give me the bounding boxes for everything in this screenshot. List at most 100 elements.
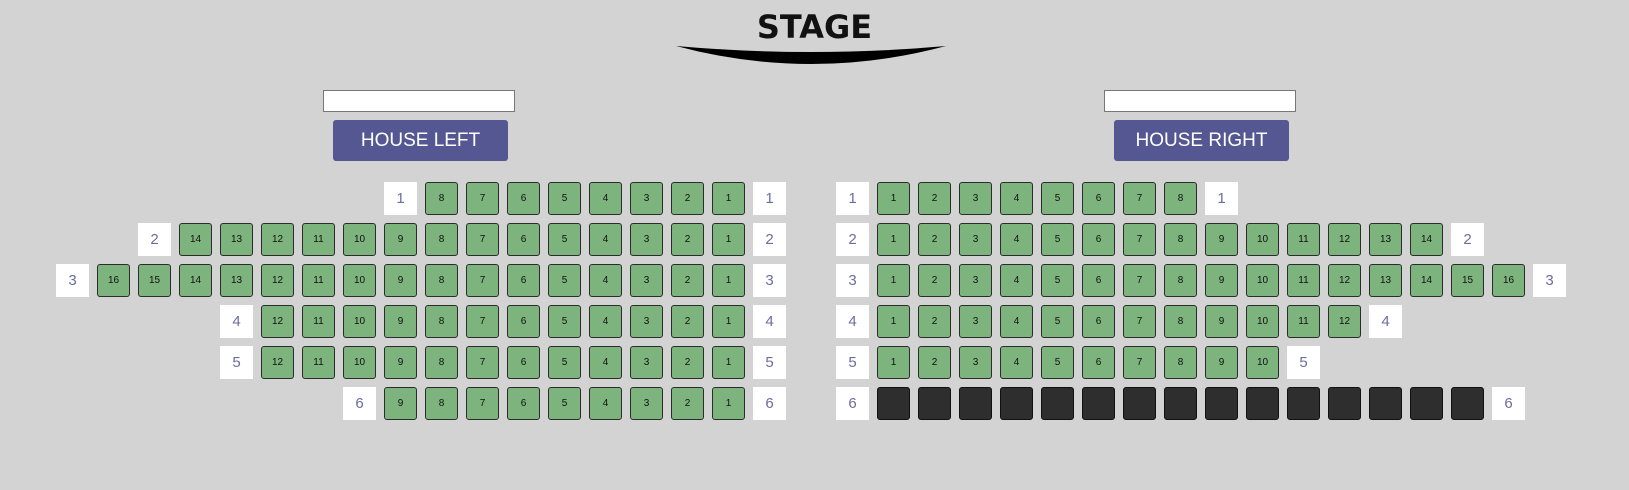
seat[interactable]: 10 [1246, 223, 1279, 256]
seat[interactable]: 8 [425, 182, 458, 215]
seat[interactable]: 8 [425, 264, 458, 297]
seat[interactable]: 13 [1369, 264, 1402, 297]
seat[interactable]: 5 [1041, 182, 1074, 215]
seat[interactable]: 4 [1000, 223, 1033, 256]
seat[interactable]: 7 [1123, 346, 1156, 379]
seat[interactable]: 1 [712, 387, 745, 420]
seat[interactable]: 11 [1287, 305, 1320, 338]
seat[interactable]: 6 [507, 346, 540, 379]
seat[interactable]: 11 [302, 223, 335, 256]
seat[interactable]: 3 [630, 223, 663, 256]
seat[interactable]: 4 [1000, 346, 1033, 379]
seat[interactable]: 2 [918, 346, 951, 379]
seat[interactable]: 3 [959, 305, 992, 338]
seat[interactable]: 3 [959, 182, 992, 215]
seat[interactable]: 1 [712, 182, 745, 215]
seat[interactable]: 6 [1082, 346, 1115, 379]
seat[interactable]: 10 [1246, 305, 1279, 338]
seat[interactable]: 8 [425, 305, 458, 338]
seat[interactable]: 5 [548, 387, 581, 420]
seat[interactable]: 8 [425, 387, 458, 420]
seat[interactable]: 1 [877, 223, 910, 256]
seat[interactable]: 4 [589, 223, 622, 256]
seat[interactable]: 1 [712, 223, 745, 256]
seat[interactable]: 8 [1164, 346, 1197, 379]
seat[interactable]: 12 [1328, 305, 1361, 338]
seat[interactable]: 1 [877, 346, 910, 379]
seat[interactable]: 11 [302, 305, 335, 338]
seat[interactable]: 1 [712, 346, 745, 379]
seat[interactable]: 4 [1000, 264, 1033, 297]
seat[interactable]: 16 [97, 264, 130, 297]
seat[interactable]: 5 [1041, 223, 1074, 256]
seat[interactable]: 4 [589, 264, 622, 297]
seat[interactable]: 8 [425, 223, 458, 256]
seat[interactable]: 3 [630, 346, 663, 379]
seat[interactable]: 2 [671, 182, 704, 215]
seat[interactable]: 11 [302, 346, 335, 379]
seat[interactable]: 6 [507, 264, 540, 297]
seat[interactable]: 5 [1041, 264, 1074, 297]
seat[interactable]: 9 [384, 305, 417, 338]
seat[interactable]: 1 [877, 182, 910, 215]
seat[interactable]: 3 [630, 182, 663, 215]
seat[interactable]: 2 [671, 305, 704, 338]
seat[interactable]: 7 [466, 223, 499, 256]
seat[interactable]: 12 [261, 346, 294, 379]
seat[interactable]: 4 [1000, 305, 1033, 338]
seat[interactable]: 4 [589, 387, 622, 420]
seat[interactable]: 6 [507, 182, 540, 215]
seat[interactable]: 2 [918, 182, 951, 215]
seat[interactable]: 6 [1082, 305, 1115, 338]
seat[interactable]: 3 [959, 346, 992, 379]
seat[interactable]: 15 [1451, 264, 1484, 297]
seat[interactable]: 5 [548, 182, 581, 215]
house-left-button[interactable]: HOUSE LEFT [333, 120, 508, 161]
seat[interactable]: 2 [918, 223, 951, 256]
seat[interactable]: 6 [1082, 223, 1115, 256]
seat[interactable]: 2 [671, 223, 704, 256]
seat[interactable]: 9 [384, 387, 417, 420]
seat[interactable]: 4 [589, 346, 622, 379]
seat[interactable]: 5 [548, 346, 581, 379]
seat[interactable]: 1 [712, 305, 745, 338]
seat[interactable]: 3 [959, 264, 992, 297]
seat[interactable]: 7 [466, 182, 499, 215]
seat[interactable]: 10 [343, 305, 376, 338]
seat[interactable]: 15 [138, 264, 171, 297]
seat[interactable]: 2 [671, 264, 704, 297]
seat[interactable]: 5 [548, 305, 581, 338]
seat[interactable]: 8 [1164, 264, 1197, 297]
seat[interactable]: 9 [1205, 264, 1238, 297]
seat[interactable]: 16 [1492, 264, 1525, 297]
seat[interactable]: 7 [466, 264, 499, 297]
seat[interactable]: 8 [1164, 223, 1197, 256]
seat[interactable]: 11 [1287, 264, 1320, 297]
seat[interactable]: 8 [1164, 305, 1197, 338]
seat[interactable]: 6 [507, 387, 540, 420]
seat[interactable]: 7 [466, 305, 499, 338]
seat[interactable]: 7 [1123, 223, 1156, 256]
seat[interactable]: 12 [261, 264, 294, 297]
seat[interactable]: 10 [343, 346, 376, 379]
house-left-input[interactable] [323, 90, 515, 112]
seat[interactable]: 3 [630, 305, 663, 338]
seat[interactable]: 14 [1410, 223, 1443, 256]
seat[interactable]: 7 [466, 387, 499, 420]
seat[interactable]: 5 [548, 264, 581, 297]
seat[interactable]: 3 [630, 387, 663, 420]
seat[interactable]: 8 [1164, 182, 1197, 215]
seat[interactable]: 13 [220, 223, 253, 256]
seat[interactable]: 3 [959, 223, 992, 256]
seat[interactable]: 2 [671, 387, 704, 420]
seat[interactable]: 7 [466, 346, 499, 379]
seat[interactable]: 10 [1246, 346, 1279, 379]
seat[interactable]: 13 [1369, 223, 1402, 256]
seat[interactable]: 7 [1123, 182, 1156, 215]
seat[interactable]: 9 [1205, 346, 1238, 379]
house-right-button[interactable]: HOUSE RIGHT [1114, 120, 1289, 161]
seat[interactable]: 6 [507, 305, 540, 338]
seat[interactable]: 9 [384, 223, 417, 256]
seat[interactable]: 4 [1000, 182, 1033, 215]
seat[interactable]: 4 [589, 182, 622, 215]
